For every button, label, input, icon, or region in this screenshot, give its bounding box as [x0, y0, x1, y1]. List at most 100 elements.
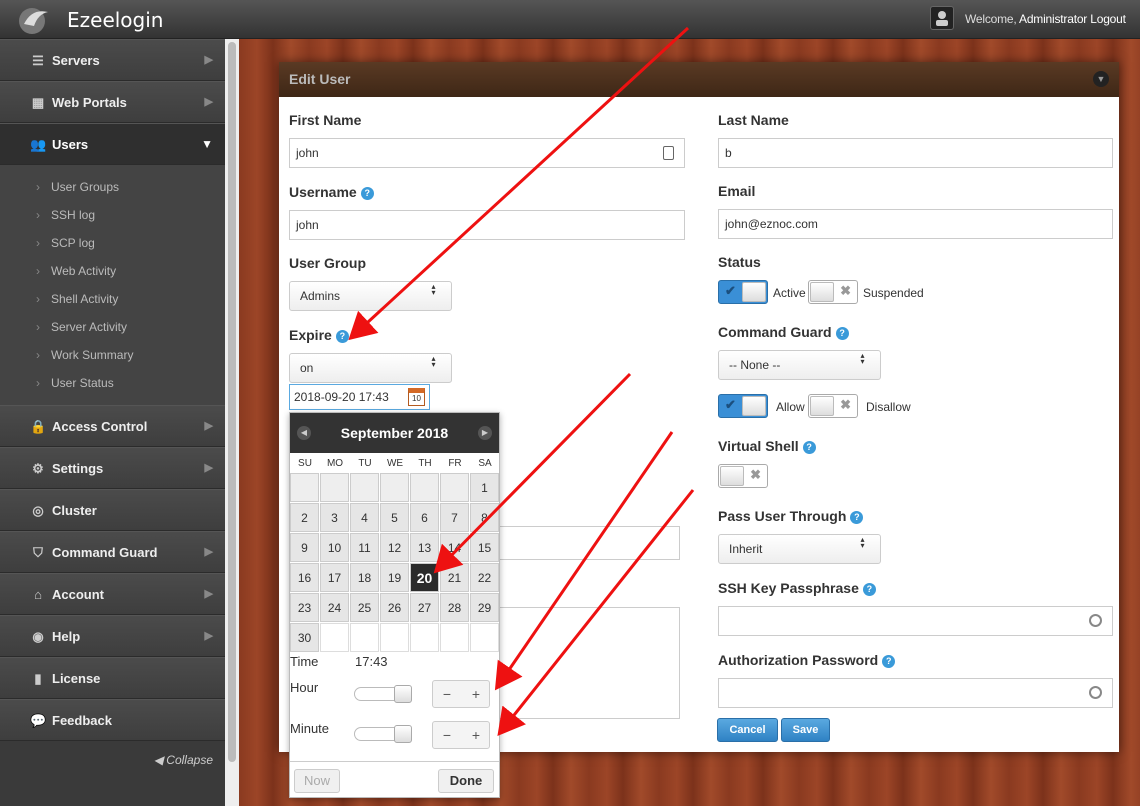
- lock-icon: 🔒: [30, 419, 47, 434]
- help-icon[interactable]: ?: [850, 511, 864, 524]
- calendar-day[interactable]: 23: [290, 593, 319, 622]
- calendar-day[interactable]: 3: [320, 503, 349, 532]
- help-icon[interactable]: ?: [862, 583, 876, 596]
- calendar-day[interactable]: 9: [290, 533, 319, 562]
- calendar-day[interactable]: 10: [320, 533, 349, 562]
- logout-link[interactable]: Logout: [1090, 12, 1126, 26]
- authorization-password-label: Authorization Password?: [718, 652, 896, 668]
- hour-stepper: − +: [432, 680, 490, 708]
- calendar-empty-cell: [320, 473, 349, 502]
- save-button[interactable]: Save: [781, 718, 830, 742]
- sidebar-item-command-guard[interactable]: ⛉ Command Guard ▶: [0, 531, 225, 573]
- calendar-day[interactable]: 22: [470, 563, 499, 592]
- expire-select[interactable]: on: [289, 353, 452, 383]
- calendar-day[interactable]: 30: [290, 623, 319, 652]
- next-month-icon[interactable]: ▶: [478, 426, 492, 440]
- user-group-select[interactable]: Admins: [289, 281, 452, 311]
- email-input[interactable]: john@eznoc.com: [718, 209, 1113, 239]
- help-icon[interactable]: ?: [360, 187, 374, 200]
- command-guard-allow-toggle[interactable]: ✔: [718, 394, 768, 418]
- hour-increment-button[interactable]: +: [462, 686, 490, 702]
- virtual-shell-toggle[interactable]: ✖: [718, 464, 768, 488]
- calendar-empty-cell: [320, 623, 349, 652]
- calendar-empty-cell: [440, 473, 469, 502]
- calendar-day[interactable]: 28: [440, 593, 469, 622]
- username-input[interactable]: john: [289, 210, 685, 240]
- calendar-icon[interactable]: 10: [408, 388, 425, 406]
- sidebar-item-servers[interactable]: ☰ Servers ▶: [0, 39, 225, 81]
- calendar-day-selected[interactable]: 20: [410, 563, 439, 592]
- lifebuoy-icon: ◉: [32, 629, 44, 644]
- status-suspended-toggle[interactable]: ✖: [808, 280, 858, 304]
- help-icon[interactable]: ?: [802, 441, 816, 454]
- help-icon[interactable]: ?: [835, 327, 849, 340]
- user-avatar-icon[interactable]: [930, 6, 954, 30]
- key-icon: [1089, 614, 1102, 627]
- calendar-day[interactable]: 12: [380, 533, 409, 562]
- home-icon: ⌂: [34, 587, 42, 602]
- authorization-password-input[interactable]: [718, 678, 1113, 708]
- last-name-input[interactable]: b: [718, 138, 1113, 168]
- sidebar-item-license[interactable]: ▮ License: [0, 657, 225, 699]
- sidebar-item-access-control[interactable]: 🔒 Access Control ▶: [0, 405, 225, 447]
- prev-month-icon[interactable]: ◀: [297, 426, 311, 440]
- chevron-down-icon: ▼: [201, 137, 213, 151]
- calendar-day[interactable]: 1: [470, 473, 499, 502]
- calendar-day[interactable]: 24: [320, 593, 349, 622]
- expire-label: Expire?: [289, 327, 349, 343]
- calendar-day[interactable]: 17: [320, 563, 349, 592]
- collapse-sidebar-link[interactable]: ◀ Collapse: [154, 753, 213, 767]
- command-guard-disallow-toggle[interactable]: ✖: [808, 394, 858, 418]
- calendar-day[interactable]: 14: [440, 533, 469, 562]
- now-button[interactable]: Now: [294, 769, 340, 793]
- collapse-panel-icon[interactable]: ▼: [1093, 71, 1109, 87]
- calendar-day[interactable]: 25: [350, 593, 379, 622]
- calendar-day[interactable]: 8: [470, 503, 499, 532]
- status-active-toggle[interactable]: ✔: [718, 280, 768, 304]
- hour-slider[interactable]: [354, 685, 412, 703]
- command-guard-select[interactable]: -- None --: [718, 350, 881, 380]
- calendar-day[interactable]: 21: [440, 563, 469, 592]
- calendar-day[interactable]: 18: [350, 563, 379, 592]
- calendar-day[interactable]: 13: [410, 533, 439, 562]
- calendar-day[interactable]: 7: [440, 503, 469, 532]
- calendar-day[interactable]: 15: [470, 533, 499, 562]
- sidebar-item-feedback[interactable]: 💬 Feedback: [0, 699, 225, 741]
- sidebar-item-settings[interactable]: ⚙ Settings ▶: [0, 447, 225, 489]
- minute-slider-handle[interactable]: [394, 725, 412, 743]
- sidebar-item-web-portals[interactable]: ▦ Web Portals ▶: [0, 81, 225, 123]
- text-area-2[interactable]: [499, 607, 680, 719]
- username-display: Administrator: [1019, 12, 1088, 26]
- gear-icon: ⚙: [32, 461, 44, 476]
- calendar-day[interactable]: 6: [410, 503, 439, 532]
- text-area-1[interactable]: [499, 526, 680, 560]
- calendar-day[interactable]: 16: [290, 563, 319, 592]
- calendar-day[interactable]: 11: [350, 533, 379, 562]
- sidebar-item-help[interactable]: ◉ Help ▶: [0, 615, 225, 657]
- calendar-empty-cell: [350, 623, 379, 652]
- first-name-input[interactable]: john: [289, 138, 685, 168]
- sidebar-item-account[interactable]: ⌂ Account ▶: [0, 573, 225, 615]
- done-button[interactable]: Done: [438, 769, 494, 793]
- calendar-day[interactable]: 5: [380, 503, 409, 532]
- minute-decrement-button[interactable]: −: [433, 727, 461, 743]
- calendar-day[interactable]: 2: [290, 503, 319, 532]
- pass-user-through-select[interactable]: Inherit: [718, 534, 881, 564]
- calendar-day[interactable]: 29: [470, 593, 499, 622]
- virtual-shell-label: Virtual Shell?: [718, 438, 816, 454]
- hour-decrement-button[interactable]: −: [433, 686, 461, 702]
- sidebar-item-cluster[interactable]: ◎ Cluster: [0, 489, 225, 531]
- help-icon[interactable]: ?: [335, 330, 349, 343]
- calendar-day[interactable]: 19: [380, 563, 409, 592]
- calendar-day[interactable]: 4: [350, 503, 379, 532]
- sidebar-item-users[interactable]: 👥 Users ▼: [0, 123, 225, 165]
- help-icon[interactable]: ?: [882, 655, 896, 668]
- cancel-button[interactable]: Cancel: [717, 718, 778, 742]
- calendar-day[interactable]: 26: [380, 593, 409, 622]
- sidebar-scroll-thumb[interactable]: [228, 42, 236, 762]
- minute-slider[interactable]: [354, 725, 412, 743]
- ssh-key-passphrase-input[interactable]: [718, 606, 1113, 636]
- calendar-day[interactable]: 27: [410, 593, 439, 622]
- minute-increment-button[interactable]: +: [462, 727, 490, 743]
- hour-slider-handle[interactable]: [394, 685, 412, 703]
